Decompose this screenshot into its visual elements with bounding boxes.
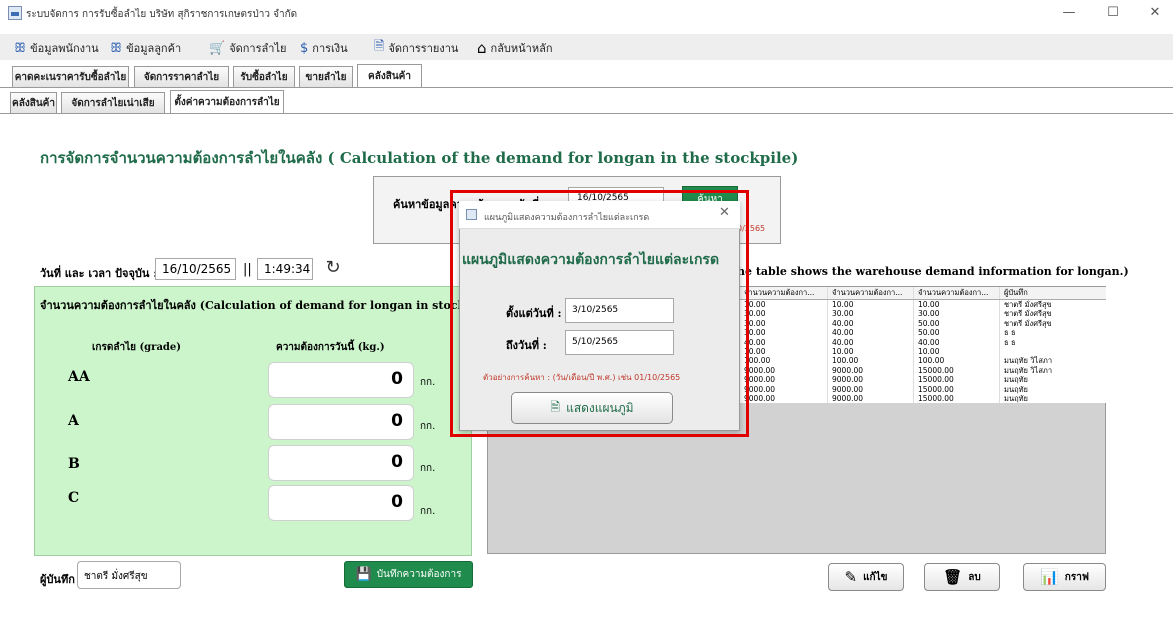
dollar-icon: $ <box>300 40 309 56</box>
demand-input-b[interactable]: 0 <box>268 445 414 481</box>
datetime-separator: || <box>243 262 252 277</box>
tab-purchase[interactable]: รับซื้อลำไย <box>233 66 295 87</box>
unit-label: กก. <box>420 377 436 388</box>
column-header[interactable]: ผู้บันทึก <box>1000 287 1106 299</box>
grade-header: เกรดลำไย (grade) <box>92 342 182 353</box>
table-row[interactable]: 30.00 40.00 50.00 ธ ธ <box>740 328 1106 338</box>
tab-price-manage[interactable]: จัดการราคาลำไย <box>134 66 229 87</box>
menu-employee[interactable]: ꕥ ข้อมูลพนักงาน <box>14 40 99 56</box>
current-date-field: 16/10/2565 <box>155 258 236 280</box>
divider <box>0 113 1173 114</box>
refresh-icon[interactable]: ↻ <box>322 258 344 280</box>
current-time-field: 1:49:34 <box>257 258 313 280</box>
delete-button[interactable]: 🗑 ลบ <box>924 563 1000 591</box>
save-icon: 💾 <box>355 567 372 582</box>
table-row[interactable]: 9000.00 9000.00 15000.00 มนฤทัย <box>740 384 1106 394</box>
save-demand-button[interactable]: 💾 บันทึกความต้องการ <box>344 561 473 588</box>
table-row[interactable]: 100.00 100.00 100.00 มนฤทัย วิไสภา <box>740 356 1106 366</box>
grade-label-a: A <box>68 413 79 429</box>
trash-icon: 🗑 <box>943 568 963 586</box>
demand-panel-title: จำนวนความต้องการลำไยในคลัง (Calculation … <box>40 299 471 312</box>
table-row[interactable]: 30.00 30.00 30.00 ชาตรี มั่งศรีสุข <box>740 309 1106 319</box>
window-title: ระบบจัดการ การรับซื้อลำไย บริษัท สุกิราช… <box>26 9 298 20</box>
table-row[interactable]: 9000.00 9000.00 15000.00 มนฤทัย <box>740 393 1106 404</box>
datetime-label: วันที่ และ เวลา ปัจจุบัน : <box>40 267 158 280</box>
recorder-label: ผู้บันทึก <box>40 573 75 586</box>
menu-home[interactable]: ⌂ กลับหน้าหลัก <box>477 39 553 57</box>
column-header[interactable]: จำนวนความต้องกา... <box>740 287 828 299</box>
demand-table: จำนวนความต้องกา... จำนวนความต้องกา... จำ… <box>740 287 1106 404</box>
tab-spoiled[interactable]: จัดการลำไยเน่าเสีย <box>61 92 165 113</box>
unit-label: กก. <box>420 421 436 432</box>
table-header-row: จำนวนความต้องกา... จำนวนความต้องกา... จำ… <box>740 287 1106 300</box>
cart-icon: 🛒 <box>209 40 226 56</box>
menu-report[interactable]: 🗎 จัดการรายงาน <box>374 39 458 56</box>
menu-customer[interactable]: ꕥ ข้อมูลลูกค้า <box>110 40 181 56</box>
minimize-button[interactable]: — <box>1054 3 1084 23</box>
close-button[interactable]: ✕ <box>1140 3 1170 23</box>
divider <box>0 87 1173 88</box>
unit-label: กก. <box>420 506 436 517</box>
column-header[interactable]: จำนวนความต้องกา... <box>828 287 914 299</box>
grade-label-c: C <box>68 490 80 506</box>
graph-button[interactable]: 📊 กราฟ <box>1023 563 1106 591</box>
table-row[interactable]: 40.00 40.00 40.00 ธ ธ <box>740 337 1106 347</box>
recorder-field: ชาตรี มั่งศรีสุข <box>77 561 181 589</box>
edit-icon: ✎ <box>844 568 858 586</box>
menu-finance[interactable]: $ การเงิน <box>300 40 348 56</box>
table-heading: he table shows the warehouse demand info… <box>737 265 1129 278</box>
tab-warehouse[interactable]: คลังสินค้า <box>357 64 422 87</box>
tab-price-forecast[interactable]: คาดคะเนราคารับซื้อลำไย <box>12 66 129 87</box>
table-row[interactable]: 10.00 10.00 10.00 <box>740 346 1106 357</box>
users-icon: ꕥ <box>110 40 123 56</box>
table-row[interactable]: 30.00 40.00 50.00 ชาตรี มั่งศรีสุข <box>740 318 1106 329</box>
table-row[interactable]: 9000.00 9000.00 15000.00 มนฤทัย <box>740 375 1106 385</box>
home-icon: ⌂ <box>477 39 487 57</box>
table-row[interactable]: 10.00 10.00 10.00 ชาตรี มั่งศรีสุข <box>740 300 1106 310</box>
table-row[interactable]: 9000.00 9000.00 15000.00 มนฤทัย วิไสภา <box>740 365 1106 376</box>
document-icon: 🗎 <box>374 39 385 54</box>
demand-input-a[interactable]: 0 <box>268 404 414 440</box>
chart-icon: 📊 <box>1040 568 1059 586</box>
menu-longan[interactable]: 🛒 จัดการลำไย <box>209 40 286 56</box>
grade-label-b: B <box>68 456 80 472</box>
grade-label-aa: AA <box>68 369 90 385</box>
quantity-header: ความต้องการวันนี้ (kg.) <box>276 342 385 353</box>
demand-input-aa[interactable]: 0 <box>268 362 414 398</box>
demand-input-c[interactable]: 0 <box>268 485 414 521</box>
tab-stock[interactable]: คลังสินค้า <box>10 92 57 113</box>
column-header[interactable]: จำนวนความต้องกา... <box>914 287 1000 299</box>
edit-button[interactable]: ✎ แก้ไข <box>828 563 904 591</box>
unit-label: กก. <box>420 463 436 474</box>
tab-demand-settings[interactable]: ตั้งค่าความต้องการลำไย <box>170 90 284 113</box>
tab-sell[interactable]: ขายลำไย <box>299 66 353 87</box>
maximize-button[interactable]: ☐ <box>1098 3 1128 23</box>
highlight-box <box>450 190 749 437</box>
app-icon <box>8 6 22 20</box>
page-title: การจัดการจำนวนความต้องการลำไยในคลัง ( Ca… <box>40 149 799 167</box>
users-icon: ꕥ <box>14 40 27 56</box>
